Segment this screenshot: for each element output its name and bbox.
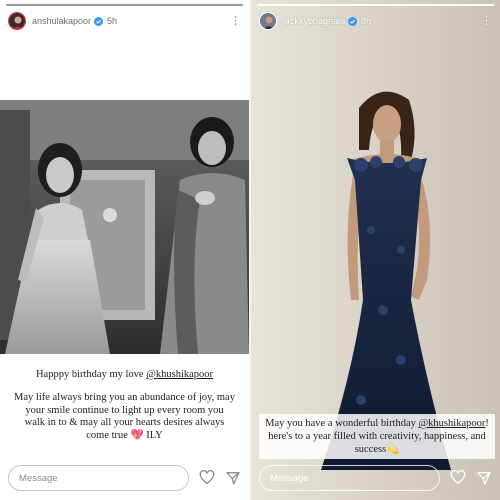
more-options-icon[interactable]: ⋮ — [230, 15, 241, 27]
message-placeholder: Message — [19, 472, 58, 484]
story-footer: Message — [259, 464, 492, 492]
more-options-icon[interactable]: ⋮ — [481, 15, 492, 27]
heart-emoji: 💖 — [130, 429, 144, 441]
story-photo — [0, 100, 249, 354]
story-username[interactable]: anshulakapoor — [32, 16, 91, 26]
avatar[interactable] — [8, 12, 26, 30]
message-placeholder: Message — [270, 472, 309, 484]
story-username[interactable]: jackkybhagnani — [283, 16, 345, 26]
story-time: 5h — [107, 16, 118, 26]
story-progress-bar — [257, 4, 494, 6]
story-caption-paragraph: May life always bring you an abundance o… — [0, 392, 249, 442]
heart-icon[interactable] — [199, 470, 215, 486]
message-input[interactable]: Message — [8, 465, 189, 491]
sparkle-emoji: 💫 — [386, 444, 400, 455]
mention-link[interactable]: @khushikapoor — [146, 369, 213, 380]
story-panel-left[interactable]: anshulakapoor 5h ⋮ Happpy birthday my lo… — [0, 0, 249, 500]
story-progress-fill — [6, 4, 243, 6]
send-icon[interactable] — [476, 470, 492, 486]
caption-greeting: Happpy birthday my love — [35, 369, 147, 380]
caption-end: ILY — [143, 429, 163, 441]
mention-link[interactable]: @khushikapoor — [419, 418, 486, 429]
message-input[interactable]: Message — [259, 465, 440, 491]
caption-text: May life always bring you an abundance o… — [14, 392, 235, 441]
story-footer: Message — [8, 464, 241, 492]
avatar[interactable] — [259, 12, 277, 30]
caption-text: May you have a wonderful birthday — [265, 418, 419, 429]
story-time: 8h — [361, 16, 372, 26]
story-header: jackkybhagnani 8h ⋮ — [259, 10, 492, 32]
story-header: anshulakapoor 5h ⋮ — [8, 10, 241, 32]
story-caption-line1: Happpy birthday my love @khushikapoor — [0, 369, 249, 382]
verified-icon — [348, 16, 358, 26]
send-icon[interactable] — [225, 470, 241, 486]
story-progress-bar — [6, 4, 243, 6]
story-caption-box: May you have a wonderful birthday @khush… — [259, 414, 495, 459]
heart-icon[interactable] — [450, 470, 466, 486]
story-progress-fill — [257, 4, 494, 6]
verified-icon — [94, 16, 104, 26]
